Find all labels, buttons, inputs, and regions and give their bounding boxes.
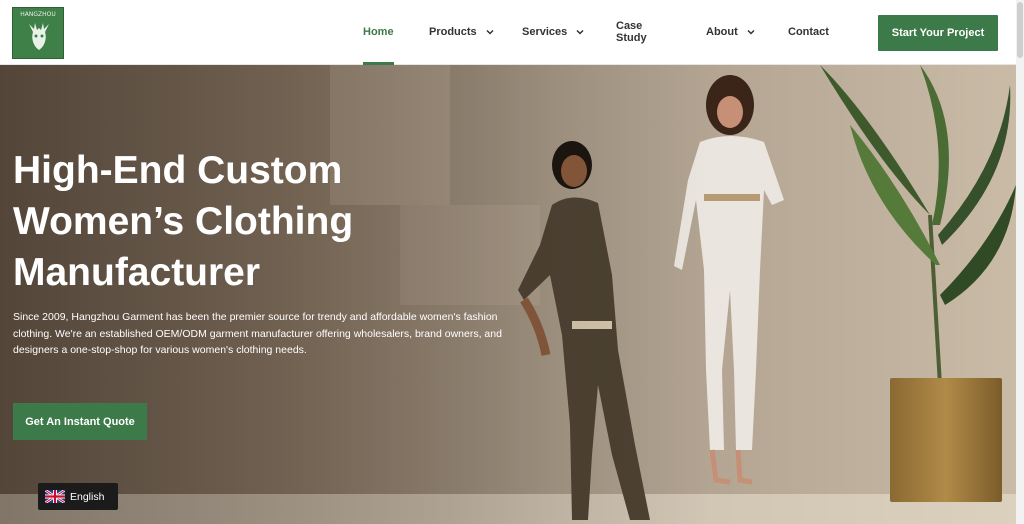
logo[interactable]: HANGZHOU (12, 7, 64, 59)
page-scrollbar[interactable] (1016, 0, 1024, 524)
hero-section: High-End Custom Women’s Clothing Manufac… (0, 65, 1016, 524)
language-label: English (70, 490, 105, 503)
hero-description: Since 2009, Hangzhou Garment has been th… (13, 311, 502, 356)
nav-about-label: About (706, 26, 738, 38)
nav-item-about[interactable]: About (706, 0, 756, 64)
site-header: HANGZHOU Home Products Services Case Stu… (0, 0, 1016, 65)
nav-item-services[interactable]: Services (522, 0, 585, 64)
nav-services-label: Services (522, 26, 568, 38)
nav-contact-label: Contact (788, 26, 829, 38)
scrollbar-thumb[interactable] (1017, 2, 1023, 58)
nav-item-contact[interactable]: Contact (788, 0, 829, 64)
nav-case-study-label: Case Study (616, 20, 647, 44)
deer-emblem-icon (29, 23, 49, 50)
nav-home-label: Home (363, 26, 394, 38)
logo-text: HANGZHOU (20, 11, 56, 18)
start-project-button[interactable]: Start Your Project (878, 15, 998, 51)
language-switcher[interactable]: English (38, 483, 118, 510)
hero-title: High-End Custom Women’s Clothing Manufac… (13, 149, 354, 294)
nav-item-case-study[interactable]: Case Study (616, 0, 647, 64)
uk-flag-icon (45, 490, 65, 503)
nav-item-products[interactable]: Products (429, 0, 495, 64)
chevron-down-icon (576, 29, 584, 35)
chevron-down-icon (486, 29, 494, 35)
nav-products-label: Products (429, 26, 477, 38)
instant-quote-button[interactable]: Get An Instant Quote (13, 403, 147, 440)
chevron-down-icon (747, 29, 755, 35)
nav-item-home[interactable]: Home (363, 0, 394, 65)
